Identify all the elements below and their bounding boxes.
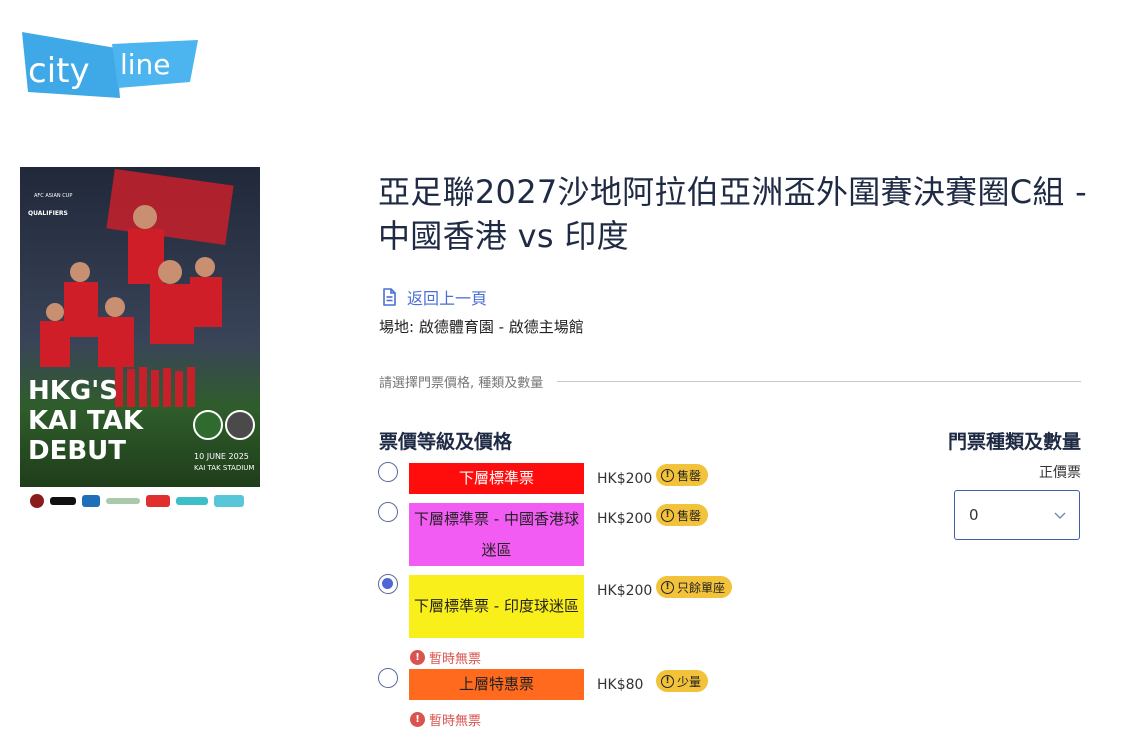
ticket-price-1: HK$200 bbox=[597, 471, 653, 487]
sponsor-logo bbox=[50, 497, 76, 505]
availability-warning-4: ! 暫時無票 bbox=[410, 710, 481, 729]
poster-headline-1: HKG'S bbox=[28, 376, 118, 406]
chevron-down-icon bbox=[1054, 512, 1066, 520]
info-icon: ! bbox=[661, 468, 674, 482]
availability-text: 暫時無票 bbox=[429, 652, 482, 667]
ticket-tier-label: 下層標準票 bbox=[458, 469, 534, 487]
alert-icon: ! bbox=[410, 650, 425, 665]
ticket-tier-label: 下層標準票 - 中國香港球迷區 bbox=[414, 509, 579, 559]
poster-headline-3: DEBUT bbox=[28, 436, 126, 466]
status-badge-label: 只餘單座 bbox=[677, 580, 726, 595]
info-icon: ! bbox=[661, 580, 674, 594]
ticket-radio-2[interactable] bbox=[378, 502, 398, 522]
status-badge-3: ! 只餘單座 bbox=[656, 576, 733, 598]
ticket-radio-3[interactable] bbox=[378, 574, 398, 594]
selection-divider: 請選擇門票價格, 種類及數量 bbox=[379, 372, 1081, 391]
ticket-radio-1[interactable] bbox=[378, 462, 398, 482]
back-link[interactable]: 返回上一頁 bbox=[379, 285, 487, 309]
divider-line bbox=[557, 381, 1081, 382]
ticket-tier-2[interactable]: 下層標準票 - 中國香港球迷區 bbox=[409, 503, 584, 566]
status-badge-4: ! 少量 bbox=[656, 670, 709, 692]
status-badge-2: ! 售罄 bbox=[656, 504, 709, 526]
logo-text-line: line bbox=[120, 48, 171, 81]
ticket-tier-label: 上層特惠票 bbox=[458, 675, 534, 693]
sponsor-logo bbox=[106, 498, 140, 504]
ticket-tier-label: 下層標準票 - 印度球迷區 bbox=[414, 597, 579, 615]
venue-text: 場地: 啟德體育園 - 啟德主場館 bbox=[379, 318, 584, 336]
ticket-tier-4[interactable]: 上層特惠票 bbox=[409, 669, 584, 700]
quantity-value: 0 bbox=[969, 506, 979, 524]
info-icon: ! bbox=[661, 674, 674, 688]
poster-date: 10 JUNE 2025 bbox=[194, 452, 249, 461]
quantity-select[interactable]: 0 bbox=[954, 490, 1080, 540]
ticket-radio-4[interactable] bbox=[378, 668, 398, 688]
status-badge-1: ! 售罄 bbox=[656, 464, 709, 486]
poster-stadium: KAI TAK STADIUM bbox=[194, 464, 254, 472]
back-link-label: 返回上一頁 bbox=[407, 289, 488, 308]
ticket-type-label: 正價票 bbox=[1039, 465, 1081, 481]
poster-afc-text: AFC ASIAN CUP bbox=[34, 193, 72, 199]
status-badge-label: 售罄 bbox=[677, 508, 702, 523]
ticket-price-2: HK$200 bbox=[597, 511, 653, 527]
event-title: 亞足聯2027沙地阿拉伯亞洲盃外圍賽決賽圈C組 - 中國香港 vs 印度 bbox=[378, 173, 1088, 255]
cityline-logo[interactable]: city line bbox=[20, 30, 200, 100]
sponsor-logo bbox=[176, 497, 208, 505]
sponsor-logo bbox=[82, 495, 100, 507]
availability-text: 暫時無票 bbox=[429, 714, 482, 729]
sponsor-logo bbox=[214, 495, 244, 507]
ticket-tier-1[interactable]: 下層標準票 bbox=[409, 463, 584, 494]
event-poster: AFC ASIAN CUP QUALIFIERS HKG'S KAI TAK D… bbox=[20, 167, 260, 487]
ticket-tier-3[interactable]: 下層標準票 - 印度球迷區 bbox=[409, 575, 584, 638]
poster-qualifiers-text: QUALIFIERS bbox=[28, 210, 68, 217]
logo-text-city: city bbox=[28, 51, 90, 91]
info-icon: ! bbox=[661, 508, 674, 522]
sponsor-logo bbox=[30, 494, 44, 508]
ticket-type-heading: 門票種類及數量 bbox=[947, 431, 1081, 453]
alert-icon: ! bbox=[410, 712, 425, 727]
status-badge-label: 少量 bbox=[677, 674, 702, 689]
sponsor-logo bbox=[146, 495, 170, 507]
ticket-price-4: HK$80 bbox=[597, 677, 644, 693]
availability-warning-3: ! 暫時無票 bbox=[410, 648, 481, 667]
status-badge-label: 售罄 bbox=[677, 468, 702, 483]
selection-prompt: 請選擇門票價格, 種類及數量 bbox=[379, 376, 544, 391]
document-icon bbox=[383, 288, 396, 306]
ticket-price-3: HK$200 bbox=[597, 583, 653, 599]
price-heading: 票價等級及價格 bbox=[379, 431, 513, 453]
poster-headline-2: KAI TAK bbox=[28, 406, 144, 436]
sponsor-logos bbox=[30, 492, 252, 510]
